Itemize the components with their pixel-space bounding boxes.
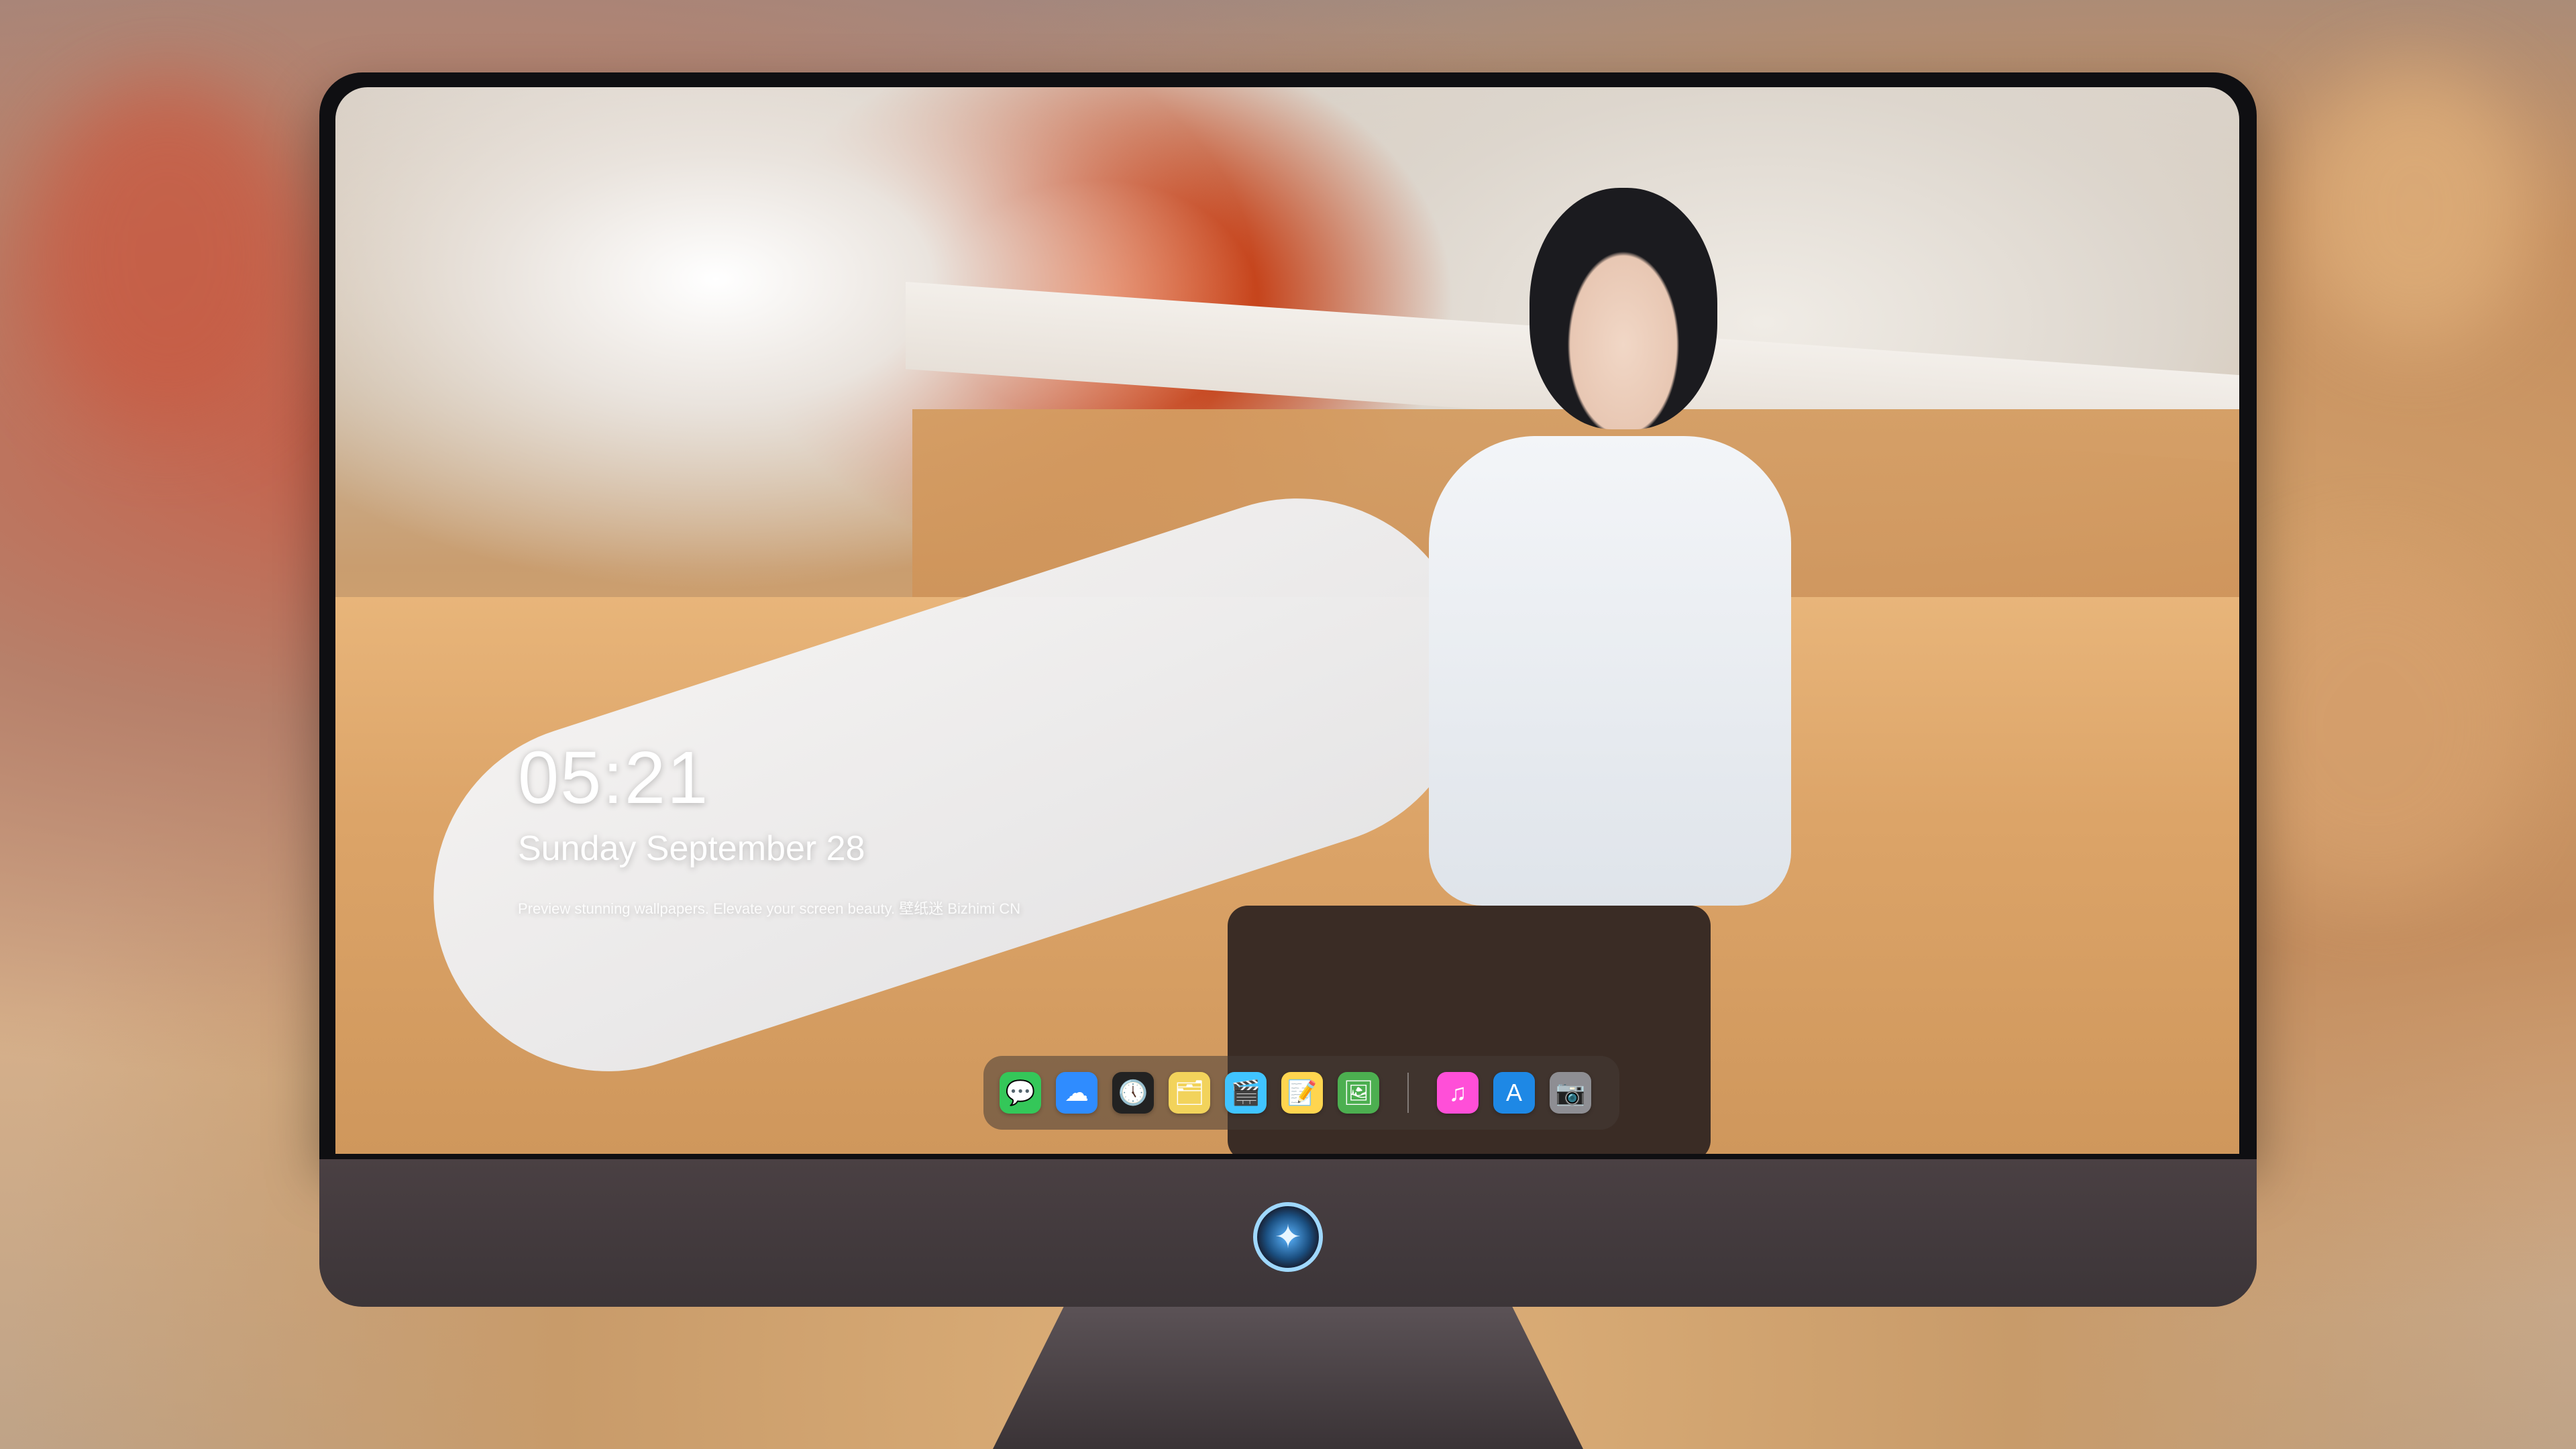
wallpaper-tagline: Preview stunning wallpapers. Elevate you… [518, 900, 1021, 917]
clock-time: 05:21 [518, 737, 710, 819]
dock-icon-glyph: 🖼 [1343, 1079, 1374, 1106]
clips-icon[interactable]: 🎬 [1225, 1072, 1267, 1114]
photos-icon[interactable]: 🖼 [1338, 1072, 1379, 1114]
finder-icon[interactable]: 🗂 [1169, 1072, 1210, 1114]
dock-icon-glyph: 📷 [1555, 1079, 1586, 1106]
dock-icon-glyph: 💬 [1005, 1079, 1036, 1106]
wallpaper-figure-head [1529, 188, 1717, 429]
camera-icon[interactable]: 📷 [1550, 1072, 1591, 1114]
messages-icon[interactable]: 💬 [1000, 1072, 1041, 1114]
music-icon[interactable]: ♫ [1437, 1072, 1479, 1114]
background-blur [2214, 550, 2536, 899]
wallpaper-figure [1429, 436, 1791, 906]
background-blur [27, 80, 309, 429]
dock-icon-glyph: 📝 [1287, 1079, 1318, 1106]
dock-icon-glyph: 🕔 [1118, 1079, 1148, 1106]
background-blur [2294, 67, 2536, 349]
lockscreen-overlay: 05:21 Sunday September 28 Preview stunni… [518, 741, 1020, 918]
weather-icon[interactable]: ☁ [1056, 1072, 1097, 1114]
imac-monitor: 05:21 Sunday September 28 Preview stunni… [319, 72, 2257, 1307]
clock-icon[interactable]: 🕔 [1112, 1072, 1154, 1114]
clock-date: Sunday September 28 [518, 829, 865, 868]
dock-icon-glyph: ☁ [1065, 1079, 1089, 1106]
dock-icon-glyph: 🗂 [1174, 1079, 1205, 1106]
dock-icon-glyph: A [1505, 1079, 1522, 1106]
dock-icon-glyph: ♫ [1448, 1079, 1467, 1106]
notes-icon[interactable]: 📝 [1281, 1072, 1323, 1114]
app-store-icon[interactable]: A [1493, 1072, 1535, 1114]
dock: 💬 ☁ 🕔 🗂 🎬 📝 🖼 ♫ A 📷 [983, 1056, 1619, 1130]
monitor-stand [993, 1307, 1583, 1449]
dock-separator [1407, 1073, 1409, 1113]
monitor-bezel: 05:21 Sunday September 28 Preview stunni… [319, 72, 2257, 1159]
character-badge-icon: ✦ [1253, 1202, 1323, 1272]
desktop-wallpaper: 05:21 Sunday September 28 Preview stunni… [335, 87, 2239, 1154]
dock-icon-glyph: 🎬 [1230, 1079, 1261, 1106]
